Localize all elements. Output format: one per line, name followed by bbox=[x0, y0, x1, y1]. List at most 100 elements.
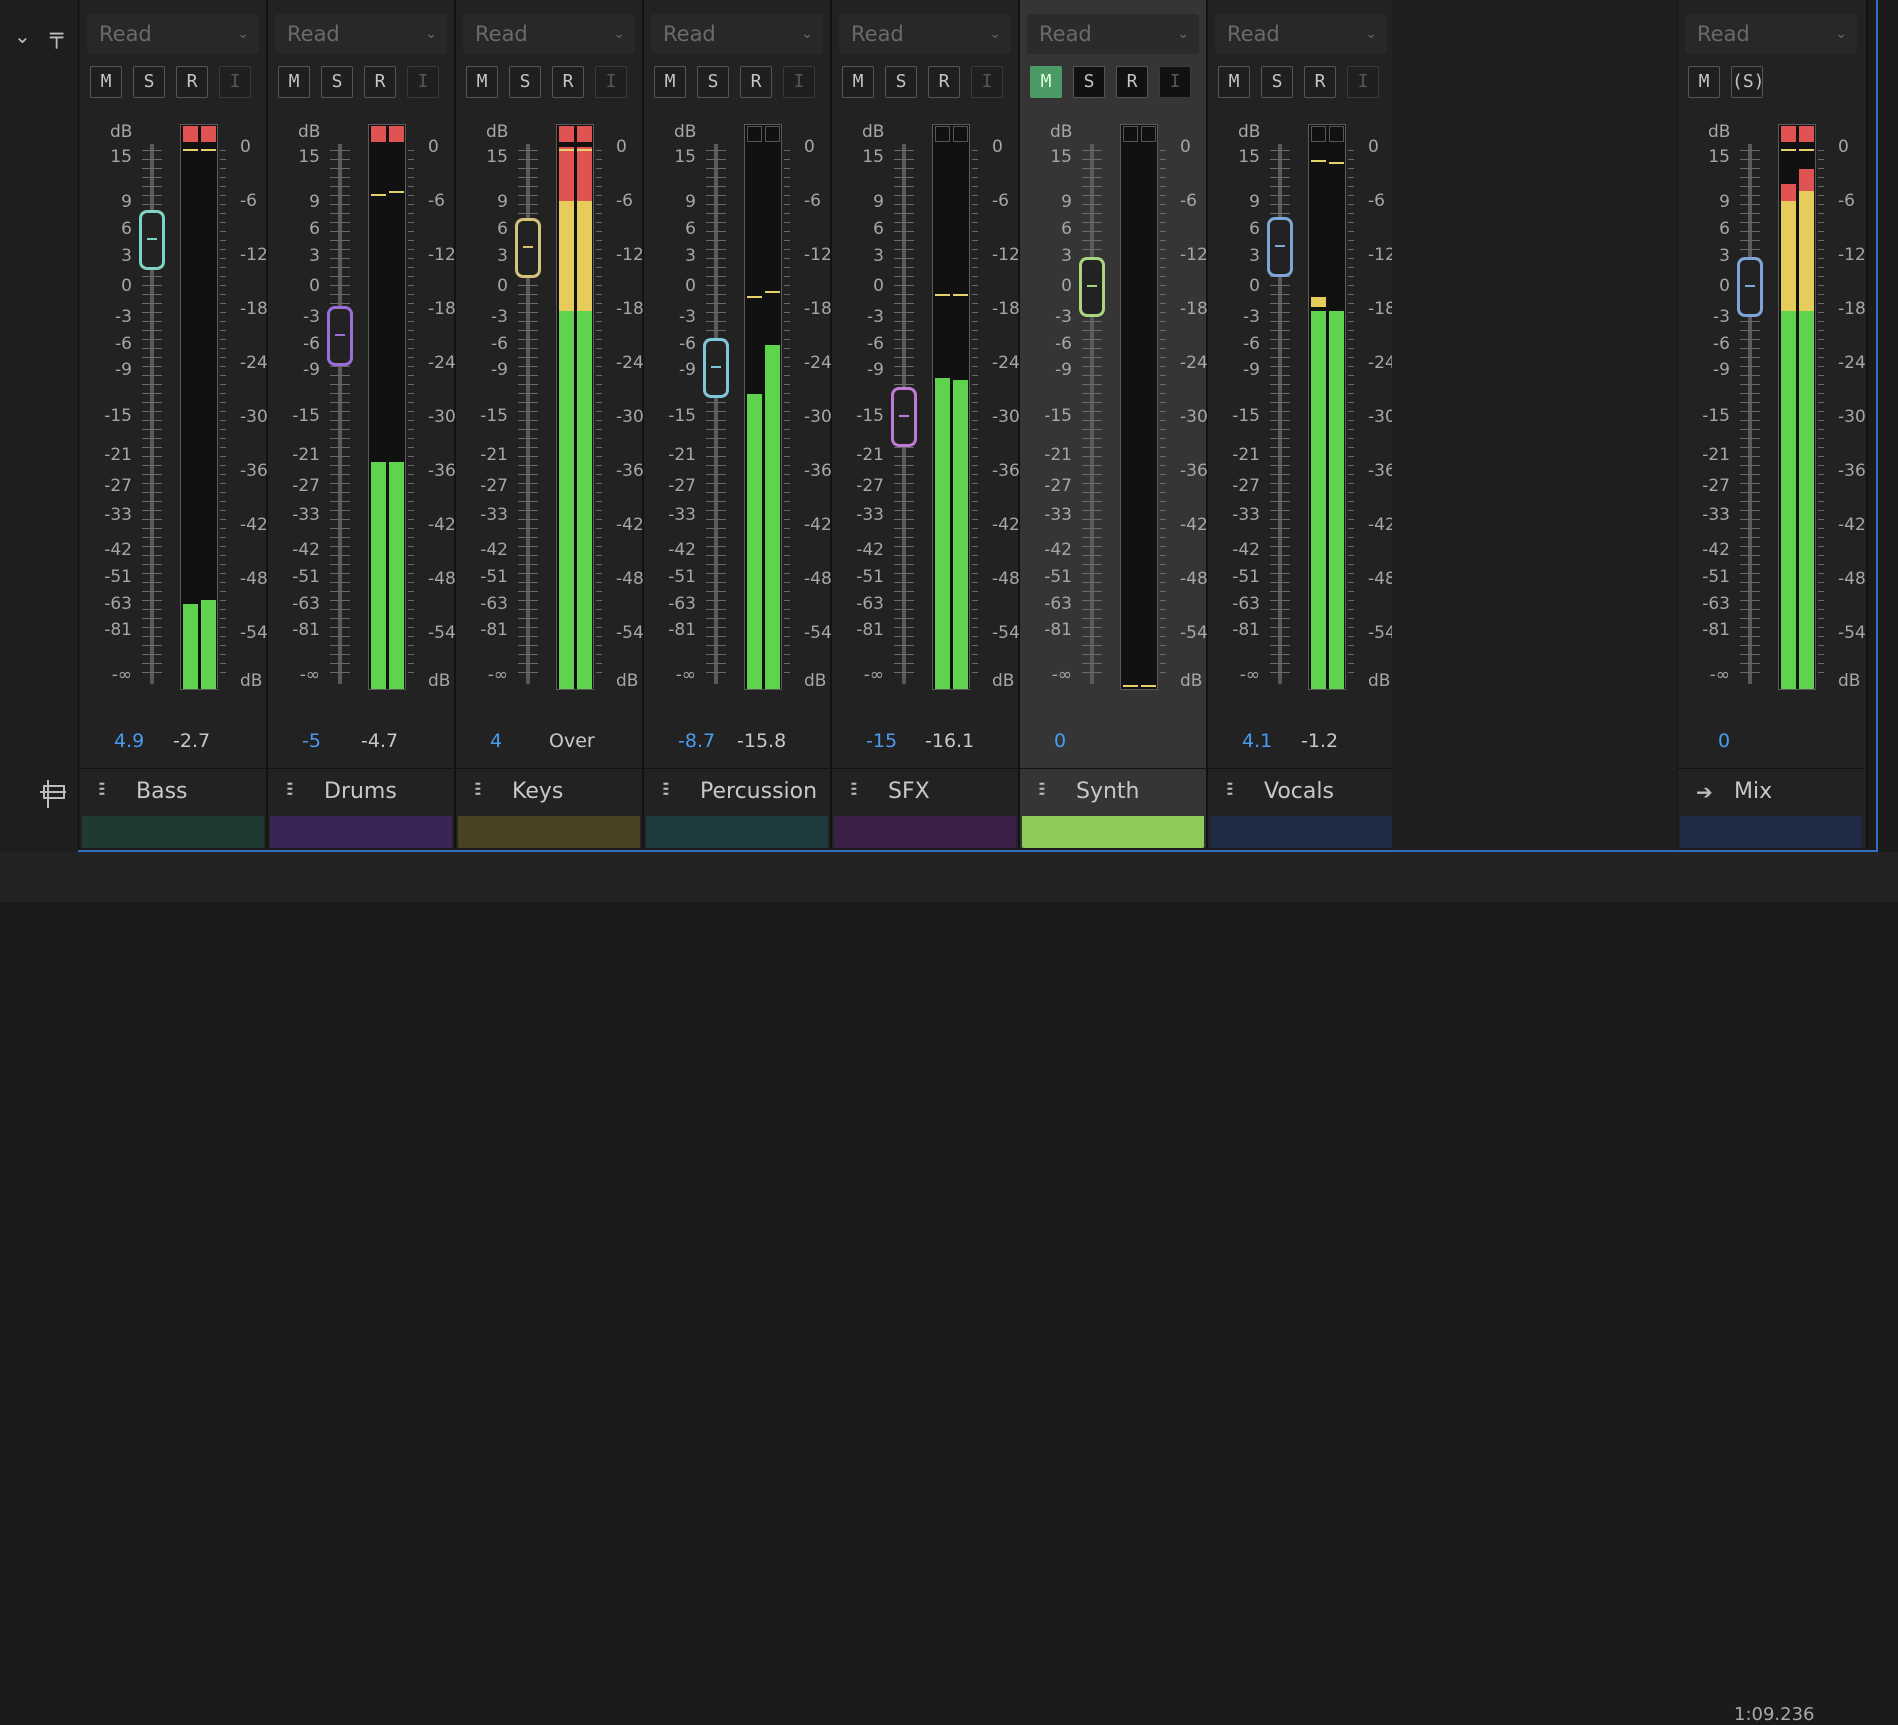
fader-tick bbox=[706, 555, 726, 556]
track-name-row[interactable]: ⫶⫶⫶ Keys bbox=[456, 768, 642, 817]
volume-value[interactable]: -5 bbox=[302, 730, 321, 752]
record-button[interactable]: R bbox=[1304, 66, 1336, 98]
solo-button[interactable]: S bbox=[1073, 66, 1105, 98]
volume-fader-handle[interactable] bbox=[515, 218, 541, 278]
track-color-swatch[interactable] bbox=[1680, 816, 1862, 848]
clip-indicator[interactable] bbox=[577, 126, 592, 142]
volume-fader-handle[interactable] bbox=[1737, 257, 1763, 317]
solo-button[interactable]: S bbox=[133, 66, 165, 98]
track-color-swatch[interactable] bbox=[82, 816, 264, 848]
clip-indicator[interactable] bbox=[765, 126, 780, 142]
automation-mode-dropdown[interactable]: Read ⌄ bbox=[1027, 14, 1199, 54]
track-name-row[interactable]: ⫶⫶⫶ Percussion bbox=[644, 768, 830, 817]
automation-mode-dropdown[interactable]: Read ⌄ bbox=[463, 14, 635, 54]
input-button[interactable]: I bbox=[783, 66, 815, 98]
mute-button[interactable]: M bbox=[278, 66, 310, 98]
mute-button[interactable]: M bbox=[1030, 66, 1062, 98]
volume-value[interactable]: 0 bbox=[1718, 730, 1730, 752]
pin-icon[interactable]: ╤ bbox=[50, 24, 63, 49]
fader-tick bbox=[518, 150, 538, 151]
input-button[interactable]: I bbox=[1159, 66, 1191, 98]
track-color-swatch[interactable] bbox=[458, 816, 640, 848]
clip-indicator[interactable] bbox=[1311, 126, 1326, 142]
volume-fader-handle[interactable] bbox=[891, 387, 917, 447]
automation-mode-dropdown[interactable]: Read ⌄ bbox=[1685, 14, 1857, 54]
solo-button[interactable]: S bbox=[1261, 66, 1293, 98]
volume-value[interactable]: 0 bbox=[1054, 730, 1066, 752]
volume-value[interactable]: 4.1 bbox=[1242, 730, 1272, 752]
clip-indicator[interactable] bbox=[1781, 126, 1796, 142]
peak-value[interactable]: -2.7 bbox=[173, 730, 210, 752]
volume-fader-handle[interactable] bbox=[703, 338, 729, 399]
mute-button[interactable]: M bbox=[1688, 66, 1720, 98]
clip-indicator[interactable] bbox=[1799, 126, 1814, 142]
clip-indicator[interactable] bbox=[559, 126, 574, 142]
record-button[interactable]: R bbox=[364, 66, 396, 98]
automation-mode-dropdown[interactable]: Read ⌄ bbox=[87, 14, 259, 54]
volume-fader-handle[interactable] bbox=[1267, 217, 1293, 278]
volume-value[interactable]: -8.7 bbox=[678, 730, 715, 752]
volume-value[interactable]: -15 bbox=[866, 730, 897, 752]
peak-value[interactable]: -16.1 bbox=[925, 730, 974, 752]
record-button[interactable]: R bbox=[176, 66, 208, 98]
track-name-row[interactable]: ➔ Mix bbox=[1678, 768, 1864, 817]
peak-value[interactable]: -1.2 bbox=[1301, 730, 1338, 752]
volume-value[interactable]: 4 bbox=[490, 730, 502, 752]
automation-mode-dropdown[interactable]: Read ⌄ bbox=[1215, 14, 1387, 54]
record-button[interactable]: R bbox=[1116, 66, 1148, 98]
solo-safe-button[interactable]: (S) bbox=[1731, 66, 1765, 98]
automation-mode-dropdown[interactable]: Read ⌄ bbox=[839, 14, 1011, 54]
mute-button[interactable]: M bbox=[842, 66, 874, 98]
clip-indicator[interactable] bbox=[371, 126, 386, 142]
peak-value[interactable]: Over bbox=[549, 730, 595, 752]
automation-mode-dropdown[interactable]: Read ⌄ bbox=[275, 14, 447, 54]
clip-indicator[interactable] bbox=[183, 126, 198, 142]
track-name-row[interactable]: ⫶⫶⫶ SFX bbox=[832, 768, 1018, 817]
meter-tick bbox=[1160, 609, 1166, 610]
peak-value[interactable]: -15.8 bbox=[737, 730, 786, 752]
input-button[interactable]: I bbox=[1347, 66, 1379, 98]
mute-button[interactable]: M bbox=[466, 66, 498, 98]
mute-button[interactable]: M bbox=[90, 66, 122, 98]
clip-indicator[interactable] bbox=[747, 126, 762, 142]
chevron-down-icon[interactable]: ⌄ bbox=[14, 24, 31, 48]
solo-button[interactable]: S bbox=[697, 66, 729, 98]
input-button[interactable]: I bbox=[407, 66, 439, 98]
track-name-row[interactable]: ⫶⫶⫶ Bass bbox=[80, 768, 266, 817]
mute-button[interactable]: M bbox=[654, 66, 686, 98]
clip-indicator[interactable] bbox=[1123, 126, 1138, 142]
input-button[interactable]: I bbox=[971, 66, 1003, 98]
mute-button[interactable]: M bbox=[1218, 66, 1250, 98]
clip-indicator[interactable] bbox=[1329, 126, 1344, 142]
record-button[interactable]: R bbox=[740, 66, 772, 98]
automation-mode-dropdown[interactable]: Read ⌄ bbox=[651, 14, 823, 54]
meter-tick bbox=[1818, 465, 1824, 466]
clip-indicator[interactable] bbox=[389, 126, 404, 142]
track-color-swatch[interactable] bbox=[646, 816, 828, 848]
record-button[interactable]: R bbox=[552, 66, 584, 98]
record-button[interactable]: R bbox=[928, 66, 960, 98]
track-name-row[interactable]: ⫶⫶⫶ Synth bbox=[1020, 768, 1206, 817]
solo-button[interactable]: S bbox=[509, 66, 541, 98]
clip-indicator[interactable] bbox=[201, 126, 216, 142]
fader-tick bbox=[1270, 591, 1290, 592]
volume-fader-handle[interactable] bbox=[1079, 257, 1105, 317]
peak-value[interactable]: -4.7 bbox=[361, 730, 398, 752]
track-color-swatch[interactable] bbox=[1210, 816, 1392, 848]
input-button[interactable]: I bbox=[219, 66, 251, 98]
clip-indicator[interactable] bbox=[935, 126, 950, 142]
track-color-swatch[interactable] bbox=[1022, 816, 1204, 848]
volume-fader-handle[interactable] bbox=[327, 306, 353, 366]
track-name-row[interactable]: ⫶⫶⫶ Drums bbox=[268, 768, 454, 817]
clip-indicator[interactable] bbox=[953, 126, 968, 142]
volume-fader-handle[interactable] bbox=[139, 209, 165, 270]
track-targeting-icon[interactable] bbox=[38, 778, 68, 812]
volume-value[interactable]: 4.9 bbox=[114, 730, 144, 752]
solo-button[interactable]: S bbox=[321, 66, 353, 98]
track-color-swatch[interactable] bbox=[834, 816, 1016, 848]
input-button[interactable]: I bbox=[595, 66, 627, 98]
track-name-row[interactable]: ⫶⫶⫶ Vocals bbox=[1208, 768, 1394, 817]
solo-button[interactable]: S bbox=[885, 66, 917, 98]
clip-indicator[interactable] bbox=[1141, 126, 1156, 142]
track-color-swatch[interactable] bbox=[270, 816, 452, 848]
